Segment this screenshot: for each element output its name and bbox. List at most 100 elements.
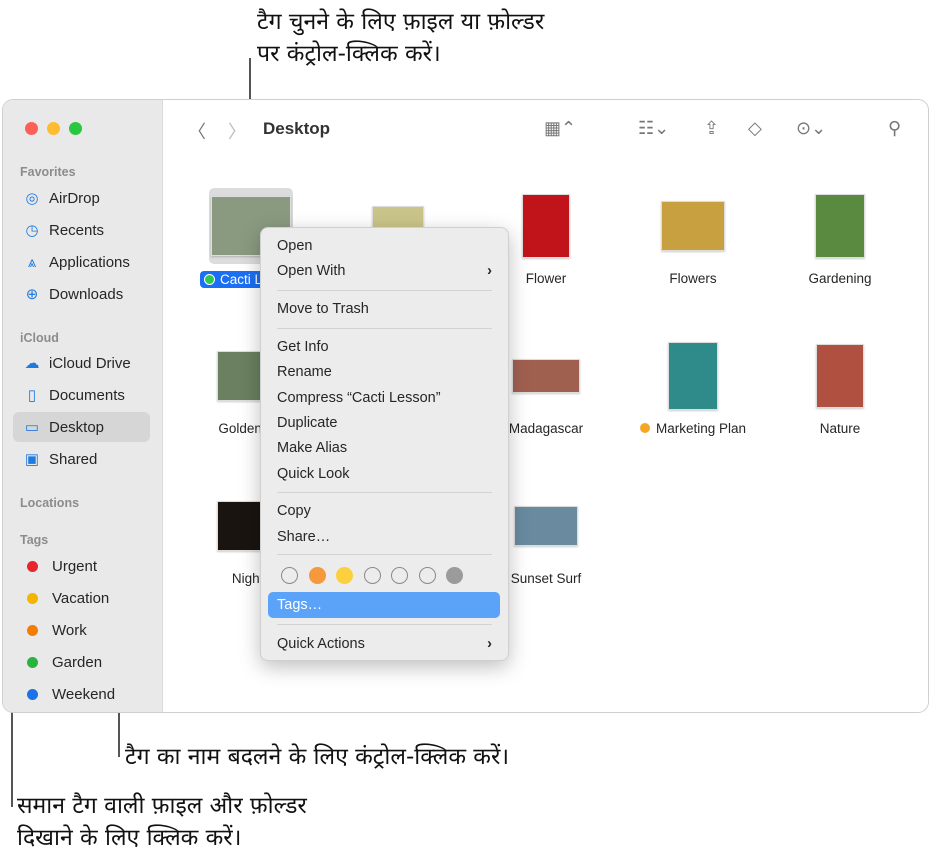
menu-item-rename[interactable]: Rename: [277, 361, 492, 383]
sidebar-item-label: Documents: [49, 386, 125, 404]
menu-separator: [277, 492, 492, 493]
menu-item-tags[interactable]: Tags…: [268, 592, 500, 618]
group-icon[interactable]: ☷⌄: [638, 118, 669, 139]
menu-separator: [277, 328, 492, 329]
sidebar-item-garden[interactable]: Garden: [13, 647, 150, 677]
callout-show-tagged: समान टैग वाली फ़ाइल और फ़ोल्डर दिखाने के…: [17, 793, 307, 851]
sidebar-item-label: iCloud Drive: [49, 354, 131, 372]
tag-color-dot: [27, 560, 38, 572]
tag-color-option[interactable]: [281, 567, 298, 584]
tag-color-dot: [27, 624, 38, 636]
context-menu: Open Open With › Move to Trash Get Info Renam…: [260, 227, 509, 661]
file-item[interactable]: Marketing Plan: [623, 335, 763, 436]
tag-color-option[interactable]: [363, 567, 381, 584]
sidebar-item-label: Urgent: [52, 557, 98, 575]
menu-separator: [277, 554, 492, 555]
menu-item-make-alias[interactable]: Make Alias: [277, 437, 492, 459]
view-icon[interactable]: ▦⌃: [544, 118, 576, 139]
menu-item-quick-actions[interactable]: Quick Actions ›: [277, 633, 492, 655]
minimize-button[interactable]: [47, 122, 60, 135]
file-thumbnail: [512, 359, 580, 393]
clock-icon: ◷: [25, 222, 39, 239]
chevron-right-icon: ›: [487, 636, 492, 652]
sidebar-item-applications[interactable]: ⩓ Applications: [13, 247, 150, 277]
forward-button[interactable]: 〉: [228, 118, 246, 144]
sidebar-item-downloads[interactable]: ⊕ Downloads: [13, 279, 150, 309]
file-thumbnail: [815, 194, 865, 258]
file-label: Flowers: [669, 271, 717, 286]
tag-color-option[interactable]: [308, 567, 326, 584]
search-icon[interactable]: ⚲: [888, 118, 901, 139]
section-tags: Tags: [20, 533, 49, 547]
file-thumbnail: [668, 342, 718, 410]
applications-icon: ⩓: [27, 253, 37, 271]
sidebar-item-desktop[interactable]: ▭ Desktop: [13, 412, 150, 442]
tag-dot: [204, 274, 215, 285]
sidebar-item-label: Shared: [49, 450, 98, 468]
file-item[interactable]: Nature: [770, 335, 910, 436]
section-favorites: Favorites: [20, 165, 76, 179]
file-label: Nature: [819, 421, 861, 436]
section-locations: Locations: [20, 496, 80, 510]
sidebar-item-label: Downloads: [49, 285, 124, 303]
tag-color-option[interactable]: [336, 567, 353, 584]
file-item[interactable]: Flowers: [623, 185, 763, 286]
sidebar-item-label: Weekend: [52, 685, 116, 703]
sidebar-item-work[interactable]: Work: [13, 615, 150, 645]
file-label: Madagascar: [508, 421, 584, 436]
download-icon: ⊕: [25, 286, 39, 303]
sidebar-item-label: Work: [52, 621, 87, 639]
menu-item-copy[interactable]: Copy: [277, 500, 492, 522]
window-title: Desktop: [263, 119, 331, 138]
tag-icon[interactable]: ◇: [748, 118, 762, 139]
sidebar-item-label: Desktop: [49, 418, 105, 436]
file-thumbnail: [816, 344, 864, 408]
desktop-icon: ▭: [24, 419, 40, 436]
file-label: Gardening: [808, 271, 872, 286]
menu-item-open-with[interactable]: Open With ›: [277, 260, 492, 282]
sidebar-item-recents[interactable]: ◷ Recents: [13, 215, 150, 245]
menu-item-quick-look[interactable]: Quick Look: [277, 463, 492, 485]
shared-folder-icon: ▣: [24, 451, 40, 468]
sidebar-item-shared[interactable]: ▣ Shared: [13, 444, 150, 474]
menu-separator: [277, 624, 492, 625]
menu-item-get-info[interactable]: Get Info: [277, 336, 492, 358]
tag-color-dot: [27, 592, 38, 604]
menu-item-move-to-trash[interactable]: Move to Trash: [277, 298, 492, 320]
sidebar-item-label: Recents: [49, 221, 105, 239]
tag-color-option[interactable]: [446, 567, 463, 584]
tag-dot: [639, 423, 650, 433]
section-icloud: iCloud: [20, 331, 59, 345]
sidebar-item-icloud-drive[interactable]: ☁ iCloud Drive: [13, 348, 150, 378]
sidebar-item-urgent[interactable]: Urgent: [13, 551, 150, 581]
zoom-button[interactable]: [69, 122, 82, 135]
tag-color-option[interactable]: [391, 567, 408, 584]
more-icon[interactable]: ⊙⌄: [796, 118, 826, 139]
file-thumbnail: [661, 201, 725, 251]
close-button[interactable]: [25, 122, 38, 135]
back-button[interactable]: 〈: [188, 118, 206, 144]
callout-rename-tag: टैग का नाम बदलने के लिए कंट्रोल-क्लिक कर…: [125, 744, 510, 770]
sidebar-item-label: Applications: [49, 253, 130, 271]
sidebar-item-airdrop[interactable]: ◎ AirDrop: [13, 183, 150, 213]
menu-item-open[interactable]: Open: [277, 235, 492, 257]
file-thumbnail: [514, 506, 578, 546]
file-item[interactable]: Gardening: [770, 185, 910, 286]
document-icon: ▯: [27, 387, 37, 404]
sidebar-item-documents[interactable]: ▯ Documents: [13, 380, 150, 410]
airdrop-icon: ◎: [25, 190, 39, 207]
sidebar-item-weekend[interactable]: Weekend: [13, 679, 150, 709]
sidebar-item-label: Vacation: [52, 589, 110, 607]
menu-separator: [277, 290, 492, 291]
menu-item-duplicate[interactable]: Duplicate: [277, 412, 492, 434]
window-controls: [25, 122, 82, 135]
tag-color-dot: [27, 688, 38, 700]
file-label: Flower: [525, 271, 567, 286]
sidebar-item-vacation[interactable]: Vacation: [13, 583, 150, 613]
tag-color-dot: [27, 656, 38, 668]
callout-select-tag: टैग चुनने के लिए फ़ाइल या फ़ोल्डर पर कंट…: [257, 9, 545, 67]
tag-color-option[interactable]: [418, 567, 436, 584]
menu-item-compress-cacti-lesson[interactable]: Compress “Cacti Lesson”: [277, 387, 492, 409]
menu-item-share[interactable]: Share…: [277, 526, 492, 548]
share-icon[interactable]: ⇪: [704, 118, 719, 139]
